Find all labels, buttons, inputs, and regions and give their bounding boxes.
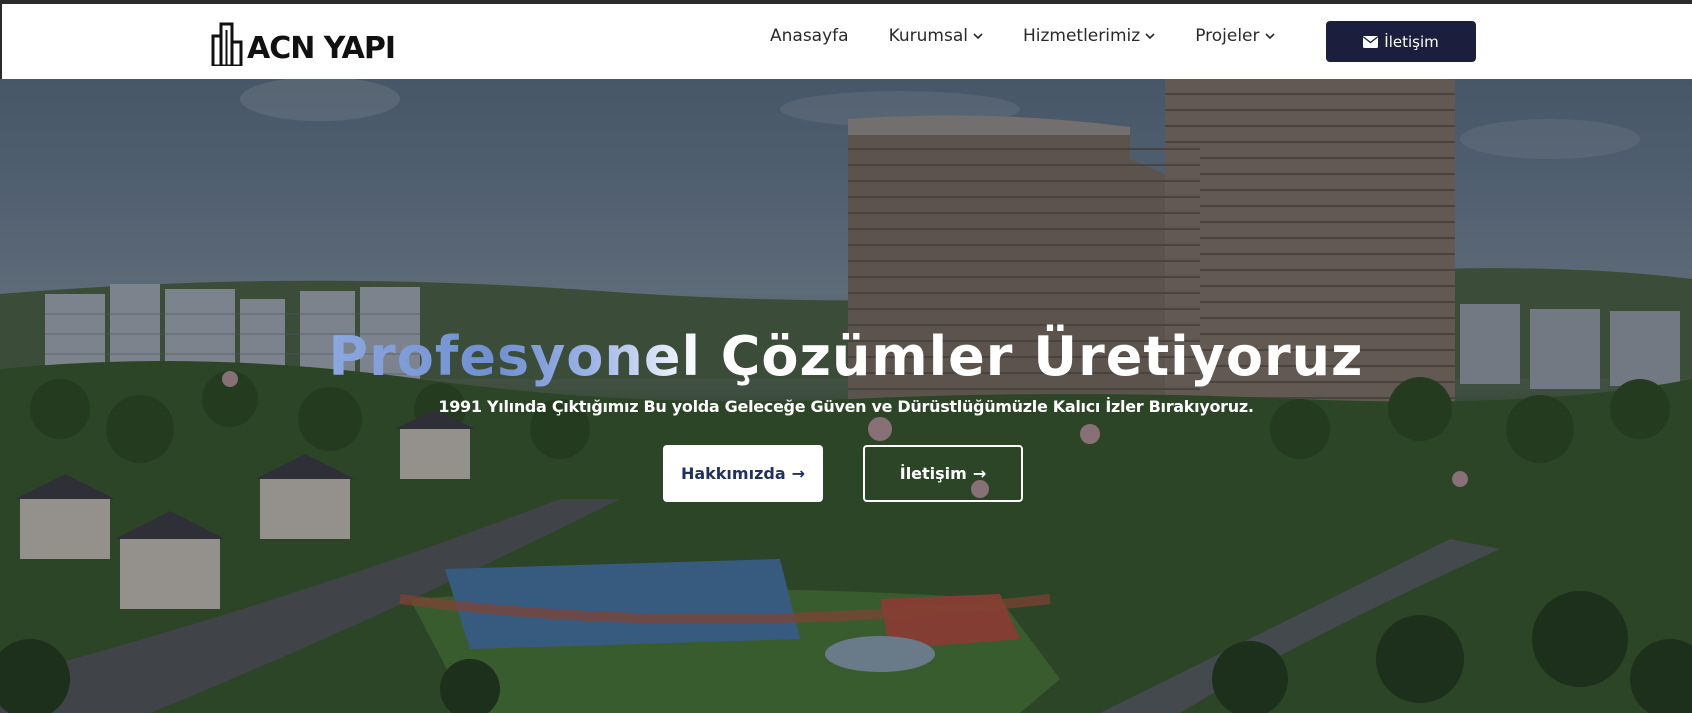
nav-item-label: Hizmetlerimiz [1022,26,1141,46]
hero-section: Profesyonel Çözümler Üretiyoruz 1991 Yıl… [0,79,1692,713]
brand-logo[interactable]: ACN YAPI [211,20,396,66]
envelope-icon [1363,35,1379,48]
arrow-right-icon: → [972,464,987,483]
contact-button[interactable]: İletişim [1326,21,1476,62]
contact-hero-button-label: İletişim [899,464,967,483]
hero-dark-overlay [0,79,1692,713]
hero-title-accent: Profesyonel [328,325,701,389]
brand-name: ACN YAPI [247,31,396,66]
nav-item-projeler[interactable]: Projeler [1195,26,1275,46]
nav-item-kurumsal[interactable]: Kurumsal [889,26,983,46]
contact-button-label: İletişim [1384,32,1439,51]
hero-title-rest: Çözümler Üretiyoruz [700,325,1364,389]
building-logo-icon [211,22,243,66]
arrow-right-icon: → [791,464,806,483]
hero-title: Profesyonel Çözümler Üretiyoruz [0,325,1692,388]
nav-item-anasayfa[interactable]: Anasayfa [770,26,849,46]
nav-item-label: Kurumsal [888,26,968,46]
nav-item-label: Projeler [1195,26,1260,46]
hero-subtitle: 1991 Yılında Çıktığımız Bu yolda Geleceğ… [438,397,1254,416]
about-button[interactable]: Hakkımızda → [663,445,823,502]
main-nav: Anasayfa Kurumsal Hizmetlerimiz Projeler [770,26,1315,46]
site-header: ACN YAPI Anasayfa Kurumsal Hizmetlerimiz… [0,4,1692,79]
contact-hero-button[interactable]: İletişim → [863,445,1023,502]
chevron-down-icon [973,32,983,39]
nav-item-label: Anasayfa [770,26,849,46]
chevron-down-icon [1264,32,1275,39]
chevron-down-icon [1145,32,1155,39]
about-button-label: Hakkımızda [680,464,786,483]
nav-item-hizmetlerimiz[interactable]: Hizmetlerimiz [1023,26,1155,46]
